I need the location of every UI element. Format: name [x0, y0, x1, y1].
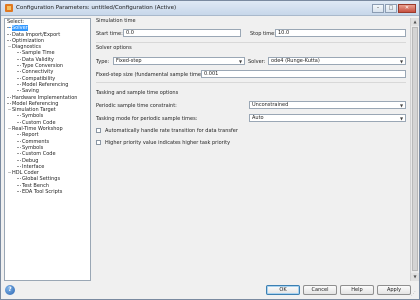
tree-item-label: Compatibility — [22, 75, 56, 82]
tree-connector — [7, 102, 11, 104]
simulink-icon — [5, 4, 13, 12]
stop-time-label: Stop time: — [250, 31, 276, 37]
tree-connector — [7, 27, 11, 29]
tree-item-label: Diagnostics — [12, 44, 42, 51]
tree-connector — [17, 140, 21, 142]
minimize-icon[interactable]: – — [372, 3, 384, 13]
solver-select[interactable]: ode4 (Runge-Kutta) ▼ — [268, 57, 406, 65]
tree-item-label: Symbols — [22, 113, 44, 120]
tasking-mode-select[interactable]: Auto ▼ — [249, 114, 406, 122]
help-icon[interactable]: ? — [5, 285, 15, 295]
tree-connector — [17, 52, 21, 54]
tasking-mode-label: Tasking mode for periodic sample times: — [96, 116, 198, 122]
resize-grip-icon[interactable]: ⋰ — [411, 291, 417, 297]
tree-item-label: Saving — [22, 88, 39, 95]
cancel-button[interactable]: Cancel — [303, 285, 337, 295]
tree-connector — [7, 96, 11, 98]
tree-item-label: Connectivity — [22, 69, 54, 76]
maximize-icon[interactable]: □ — [385, 3, 397, 13]
help-button[interactable]: Help — [340, 285, 374, 295]
stop-time-input[interactable]: 10.0 — [275, 29, 406, 37]
solver-type-label: Type: — [96, 59, 110, 65]
start-time-input[interactable]: 0.0 — [123, 29, 241, 37]
tree-item-label: Debug — [22, 157, 39, 164]
scroll-thumb[interactable] — [412, 27, 418, 271]
tree-connector — [17, 178, 21, 180]
solver-options-heading: Solver options — [96, 45, 132, 51]
tree-item-label: Real-Time Workshop — [12, 126, 63, 133]
periodic-constraint-label: Periodic sample time constraint: — [96, 103, 177, 109]
tree-item-label: Data Import/Export — [12, 31, 61, 38]
tree-connector — [17, 184, 21, 186]
tree-connector — [17, 58, 21, 60]
tree-connector — [17, 134, 21, 136]
tree-connector — [17, 77, 21, 79]
button-bar: ? OK Cancel Help Apply ⋰ — [1, 283, 419, 299]
tree-connector — [7, 39, 11, 41]
higher-priority-label: Higher priority value indicates higher t… — [105, 140, 231, 146]
tree-item-label: Global Settings — [22, 176, 61, 183]
tree-connector — [17, 165, 21, 167]
chevron-down-icon: ▼ — [399, 116, 404, 121]
fixed-step-label: Fixed-step size (fundamental sample time… — [96, 72, 205, 78]
tree-item-label: Simulation Target — [12, 107, 56, 114]
divider — [96, 82, 406, 83]
tree-item-label: Solver — [12, 25, 28, 32]
tree-connector — [7, 33, 11, 35]
periodic-constraint-select[interactable]: Unconstrained ▼ — [249, 101, 406, 109]
ok-button[interactable]: OK — [266, 285, 300, 295]
tree-item-label: Interface — [22, 163, 45, 170]
tasking-heading: Tasking and sample time options — [96, 90, 179, 96]
tree-item-label: Test Bench — [22, 182, 50, 189]
tree-item-label: Sample Time — [22, 50, 55, 57]
scroll-down-icon[interactable]: ▼ — [411, 273, 419, 281]
chevron-down-icon: ▼ — [399, 59, 404, 64]
solver-label: Solver: — [248, 59, 266, 65]
higher-priority-checkbox[interactable] — [96, 140, 101, 145]
chevron-down-icon: ▼ — [238, 59, 243, 64]
tree-item-label: Custom Code — [22, 119, 56, 126]
scroll-up-icon[interactable]: ▲ — [411, 18, 419, 26]
auto-rate-transition-checkbox[interactable] — [96, 128, 101, 133]
close-icon[interactable]: ✕ — [398, 3, 416, 13]
window-title: Configuration Parameters: untitled/Confi… — [16, 5, 177, 11]
tree-item-label: Report — [22, 132, 39, 139]
tree-connector — [17, 146, 21, 148]
tree-connector — [17, 71, 21, 73]
tree-item-label: Optimization — [12, 37, 44, 44]
tree-item-label: Model Referencing — [22, 81, 69, 88]
tree-connector — [17, 191, 21, 193]
tree-connector — [17, 159, 21, 161]
simulation-time-heading: Simulation time — [96, 18, 136, 24]
tree-connector — [17, 115, 21, 117]
tree-item-label: Data Validity — [22, 56, 54, 63]
tree-connector — [17, 121, 21, 123]
tree-item-label: Model Referencing — [12, 100, 59, 107]
tree-item-label: Custom Code — [22, 151, 56, 158]
title-bar: Configuration Parameters: untitled/Confi… — [1, 1, 419, 16]
tree-connector — [17, 153, 21, 155]
vertical-scrollbar[interactable]: ▲ ▼ — [410, 18, 419, 281]
tree-connector — [17, 65, 21, 67]
tree-item-label: Symbols — [22, 144, 44, 151]
config-window: Configuration Parameters: untitled/Confi… — [0, 0, 420, 300]
apply-button[interactable]: Apply — [377, 285, 411, 295]
start-time-label: Start time: — [96, 31, 123, 37]
tree-connector — [17, 83, 21, 85]
auto-rate-transition-label: Automatically handle rate transition for… — [105, 128, 238, 134]
fixed-step-input[interactable]: 0.001 — [201, 70, 406, 78]
divider — [96, 42, 406, 43]
category-tree[interactable]: Select: Solver Data Import/Export Optimiza… — [4, 18, 91, 281]
chevron-down-icon: ▼ — [399, 103, 404, 108]
settings-panel: Simulation time Start time: 0.0 Stop tim… — [93, 18, 409, 281]
tree-item-label: Comments — [22, 138, 50, 145]
tree-item-label: Hardware Implementation — [12, 94, 78, 101]
tree-connector — [17, 90, 21, 92]
solver-type-select[interactable]: Fixed-step ▼ — [113, 57, 245, 65]
tree-item-label: HDL Coder — [12, 170, 39, 177]
tree-item[interactable]: EDA Tool Scripts — [5, 189, 90, 195]
tree-item-label: EDA Tool Scripts — [22, 189, 63, 196]
tree-item-label: Type Conversion — [22, 63, 64, 70]
